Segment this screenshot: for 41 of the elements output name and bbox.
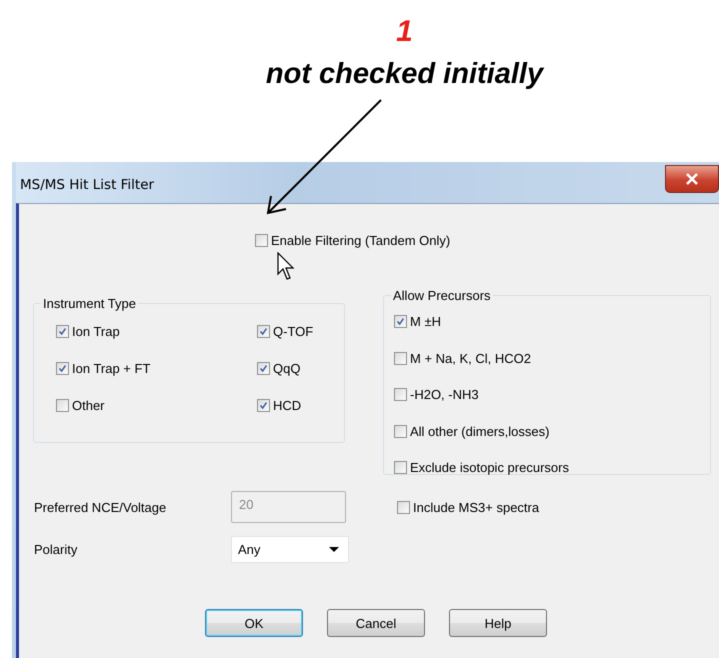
checkbox-label: Exclude isotopic precursors [410, 460, 569, 475]
checkbox[interactable] [56, 325, 69, 338]
dialog-button[interactable]: Help [449, 609, 547, 637]
checkbox[interactable] [257, 399, 270, 412]
checkbox[interactable] [394, 352, 407, 364]
checkbox-label: M ±H [410, 314, 441, 329]
checkbox-label: Ion Trap + FT [72, 361, 150, 376]
checkbox[interactable] [397, 500, 410, 514]
checkbox[interactable] [257, 362, 270, 375]
checkbox-label: Include MS3+ spectra [413, 500, 540, 514]
checkbox[interactable] [394, 388, 407, 401]
checkbox-label: Ion Trap [72, 324, 120, 339]
checkbox[interactable] [394, 315, 407, 328]
checkbox-label: HCD [273, 398, 302, 413]
checkbox-label: Other [72, 398, 105, 413]
checkbox-label: M + Na, K, Cl, HCO2 [410, 350, 531, 366]
checkbox-label: All other (dimers,losses) [410, 424, 550, 438]
checkbox-label: -H2O, -NH3 [410, 387, 479, 402]
dialog-button[interactable]: OK [205, 609, 303, 637]
polarity-dropdown[interactable]: Any [231, 536, 349, 563]
window-title: MS/MS Hit List Filter [19, 176, 154, 193]
dialog-button[interactable]: Cancel [327, 609, 425, 637]
checkbox[interactable] [394, 424, 407, 438]
close-icon [685, 173, 699, 185]
annotation-number: 1 [396, 14, 413, 50]
dropdown-arrow-icon [329, 546, 339, 552]
group-title: Allow Precursors [392, 288, 492, 303]
field-label: Preferred NCE/Voltage [34, 500, 168, 514]
checkbox-label: QqQ [273, 361, 300, 376]
checkbox[interactable] [257, 325, 270, 338]
group-title: Instrument Type [42, 296, 137, 311]
close-button[interactable] [665, 165, 719, 193]
checkbox[interactable] [394, 461, 407, 474]
mouse-cursor-icon [277, 252, 297, 282]
checkbox[interactable] [56, 399, 69, 412]
checkbox[interactable] [56, 362, 69, 375]
checkbox-label: Enable Filtering (Tandem Only) [271, 233, 450, 248]
checkbox[interactable] [255, 234, 268, 247]
annotation-note: not checked initially [266, 57, 544, 92]
field-label: Polarity [34, 542, 78, 557]
checkbox-label: Q-TOF [273, 324, 314, 339]
